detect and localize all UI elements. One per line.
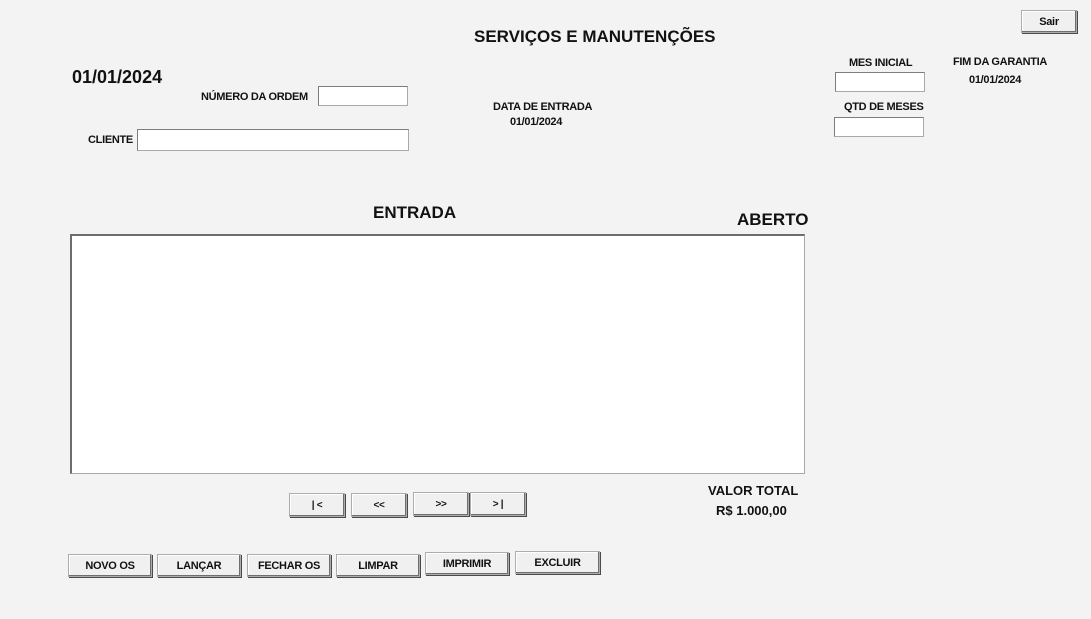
delete-button[interactable]: EXCLUIR [515,551,600,574]
months-qty-label: QTD DE MESES [844,101,924,113]
clear-button[interactable]: LIMPAR [336,554,420,577]
total-label: VALOR TOTAL [708,483,799,498]
entry-heading: ENTRADA [373,203,457,222]
first-record-button[interactable]: | < [289,493,345,517]
entry-date-label: DATA DE ENTRADA [493,101,593,113]
entry-date-value: 01/01/2024 [510,116,563,128]
previous-record-button[interactable]: << [351,493,407,517]
warranty-end-label: FIM DA GARANTIA [953,56,1048,68]
warranty-end-value: 01/01/2024 [969,74,1022,86]
months-qty-input[interactable] [834,117,924,137]
last-record-button[interactable]: > | [470,492,526,516]
order-number-label: NÚMERO DA ORDEM [201,91,308,103]
order-number-input[interactable] [318,86,408,106]
start-month-input[interactable] [835,72,925,92]
new-order-button[interactable]: NOVO OS [68,554,152,577]
next-record-button[interactable]: >> [413,492,469,516]
client-input[interactable] [137,129,409,151]
entry-listbox[interactable] [70,234,805,474]
client-label: CLIENTE [88,134,133,146]
start-month-label: MES INICIAL [849,57,913,69]
exit-button[interactable]: Sair [1021,10,1077,33]
print-button[interactable]: IMPRIMIR [425,552,509,575]
launch-button[interactable]: LANÇAR [157,554,241,577]
total-value: R$ 1.000,00 [716,503,787,518]
current-date: 01/01/2024 [72,67,163,87]
page-title: SERVIÇOS E MANUTENÇÕES [474,27,716,46]
status-label: ABERTO [737,210,809,229]
close-order-button[interactable]: FECHAR OS [247,554,331,577]
